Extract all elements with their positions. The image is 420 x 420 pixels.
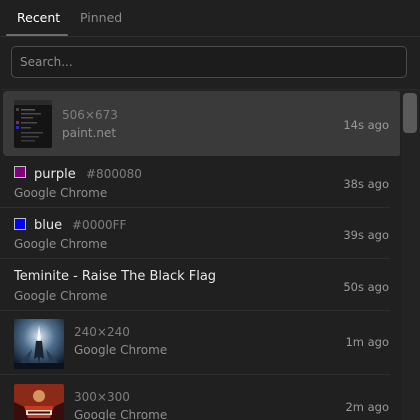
selection-highlight xyxy=(3,91,400,156)
list-item-color[interactable]: purple #800080 Google Chrome 38s ago xyxy=(0,158,400,208)
scrollbar-track[interactable] xyxy=(401,90,420,420)
item-time: 14s ago xyxy=(343,118,389,132)
search-input[interactable] xyxy=(20,47,396,77)
list-item-text[interactable]: Teminite - Raise The Black Flag Google C… xyxy=(0,259,400,310)
color-hex: #800080 xyxy=(86,167,142,181)
item-time: 38s ago xyxy=(343,177,389,191)
history-list[interactable]: 506×673 paint.net 14s ago purple #800080… xyxy=(0,90,400,420)
image-dimensions: 300×300 xyxy=(74,390,130,404)
color-swatch xyxy=(14,218,26,230)
color-swatch xyxy=(14,166,26,178)
item-source: paint.net xyxy=(62,126,117,140)
tab-pinned[interactable]: Pinned xyxy=(80,10,122,25)
item-source: Google Chrome xyxy=(14,237,108,251)
item-time: 1m ago xyxy=(345,335,389,349)
item-time: 2m ago xyxy=(345,400,389,414)
image-dimensions: 240×240 xyxy=(74,325,130,339)
color-name: purple xyxy=(34,167,76,182)
app-screenshot-thumbnail-icon xyxy=(14,100,52,148)
list-item-image[interactable]: 240×240 Google Chrome 1m ago xyxy=(0,311,400,374)
tab-bar: Recent Pinned xyxy=(0,0,420,37)
clip-text: Teminite - Raise The Black Flag xyxy=(14,269,217,284)
item-source: Google Chrome xyxy=(14,186,108,200)
item-source: Google Chrome xyxy=(14,289,108,303)
tab-divider xyxy=(0,36,420,37)
scrollbar-thumb[interactable] xyxy=(403,93,417,133)
image-dimensions: 506×673 xyxy=(62,108,118,122)
list-item-image[interactable]: 300×300 Google Chrome 2m ago xyxy=(0,375,400,420)
item-source: Google Chrome xyxy=(74,343,168,357)
clipboard-history-panel: Recent Pinned Search... 506×673 paint.ne… xyxy=(0,0,420,420)
color-hex: #0000FF xyxy=(72,218,127,232)
tab-recent[interactable]: Recent xyxy=(17,10,60,25)
list-item-image[interactable]: 506×673 paint.net 14s ago xyxy=(0,90,400,158)
color-name: blue xyxy=(34,218,63,233)
list-item-color[interactable]: blue #0000FF Google Chrome 39s ago xyxy=(0,208,400,259)
album-art-thumbnail-icon xyxy=(14,384,64,420)
item-time: 50s ago xyxy=(343,280,389,294)
item-time: 39s ago xyxy=(343,228,389,242)
album-art-thumbnail-icon xyxy=(14,319,64,369)
item-source: Google Chrome xyxy=(74,408,168,420)
search-box[interactable] xyxy=(11,46,407,78)
